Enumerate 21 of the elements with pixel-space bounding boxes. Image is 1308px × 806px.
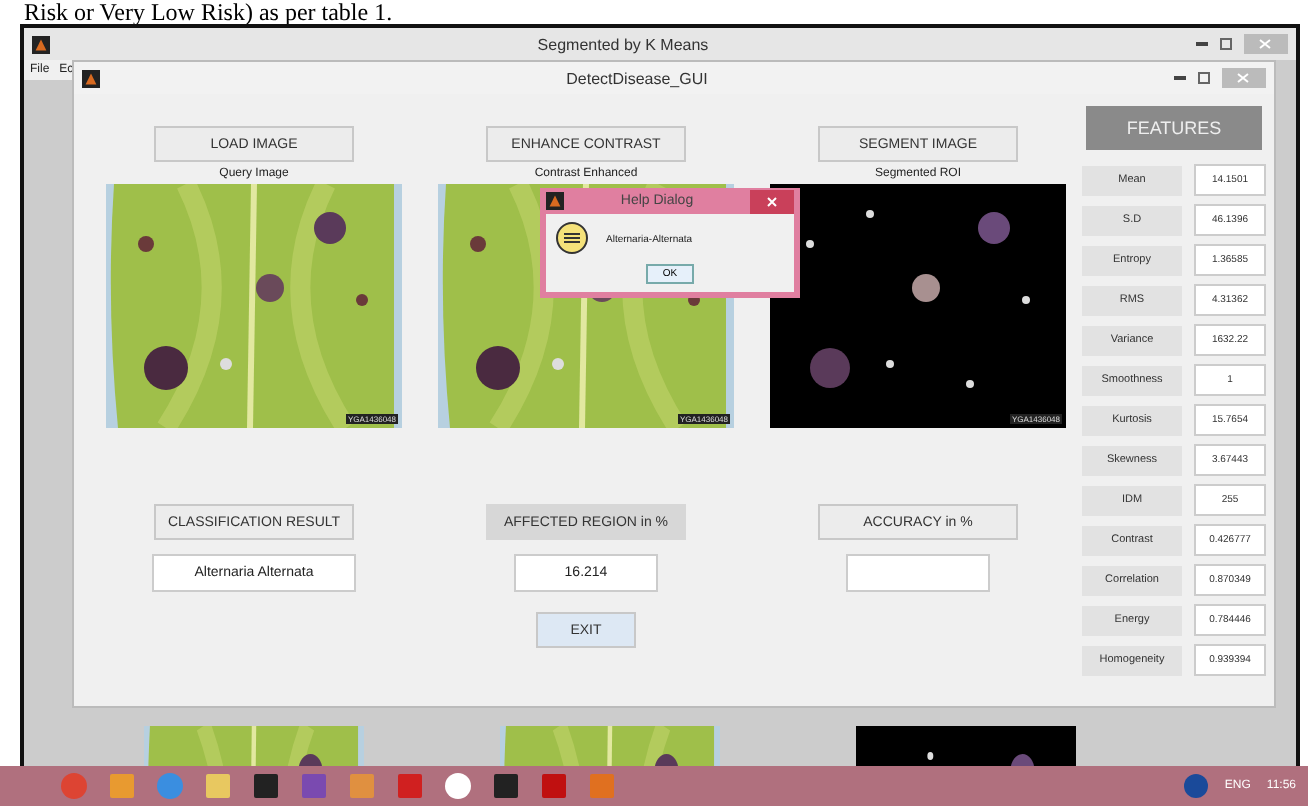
speech-bubble-icon [554, 222, 590, 258]
minimize-icon[interactable] [1174, 76, 1186, 80]
minimize-icon[interactable] [1196, 42, 1208, 46]
taskbar-app-icon[interactable] [444, 772, 472, 800]
features-header: FEATURES [1086, 106, 1262, 150]
result-field[interactable] [846, 554, 990, 592]
document-text: Risk or Very Low Risk) as per table 1. [22, 0, 395, 24]
close-button[interactable] [750, 189, 794, 213]
taskbar-app-icon[interactable] [252, 772, 280, 800]
close-icon [766, 195, 778, 207]
maximize-icon[interactable] [1198, 72, 1210, 84]
taskbar-app-icon[interactable] [204, 772, 232, 800]
app-icon [32, 35, 50, 53]
maximize-icon[interactable] [1220, 38, 1232, 50]
window-title: Segmented by K Means [535, 35, 711, 53]
window-title: DetectDisease_GUI [564, 69, 710, 87]
app-icon [546, 192, 564, 210]
close-icon[interactable] [1222, 68, 1266, 88]
taskbar-app-icon[interactable] [492, 772, 520, 800]
close-icon[interactable] [1244, 34, 1288, 54]
app-icon [82, 69, 100, 87]
